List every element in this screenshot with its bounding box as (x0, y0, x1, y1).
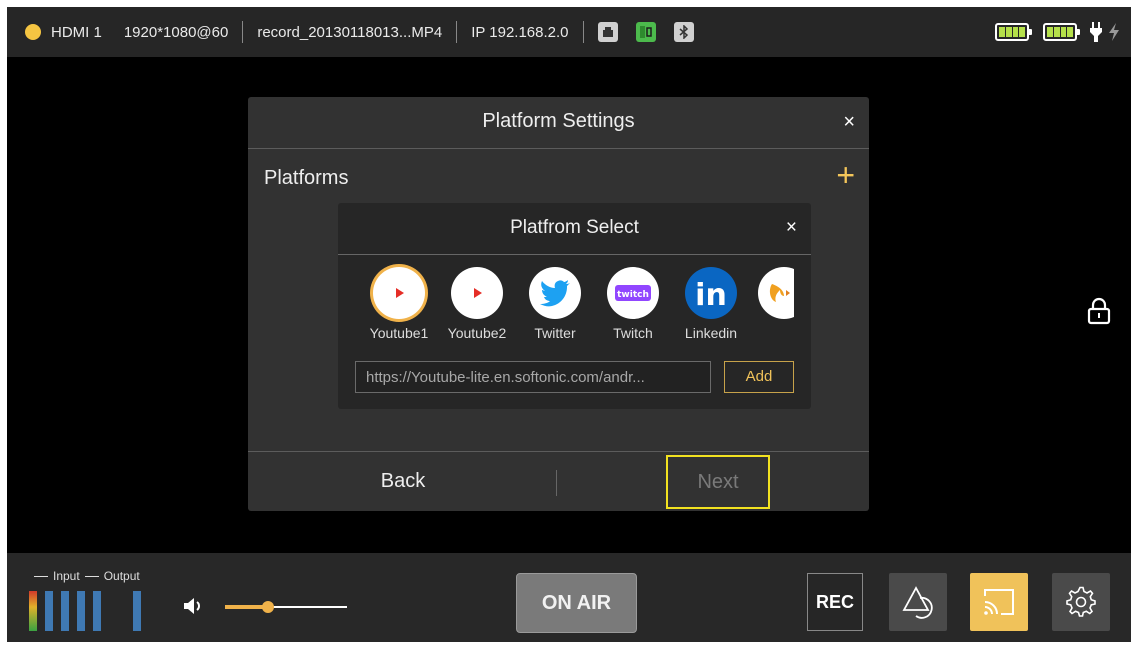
on-air-button[interactable]: ON AIR (516, 573, 637, 633)
youtube-icon (451, 267, 503, 319)
volume-thumb[interactable] (261, 601, 274, 613)
input-meter (93, 591, 101, 631)
gear-icon (1066, 586, 1096, 617)
status-bar: HDMI 1 1920*1080@60 record_20130118013..… (7, 7, 1131, 57)
platform-twitter[interactable]: Twitter (527, 267, 583, 341)
close-icon[interactable]: × (843, 111, 855, 134)
svg-text:in: in (695, 278, 727, 308)
platform-twitch[interactable]: twitch Twitch (605, 267, 661, 341)
add-platform-button[interactable]: + (836, 159, 855, 191)
settings-button[interactable] (1052, 573, 1110, 631)
record-filename: record_20130118013...MP4 (257, 23, 443, 41)
platform-linkedin[interactable]: in Linkedin (683, 267, 739, 341)
signal-status-icon (25, 24, 41, 40)
ethernet-icon (597, 22, 618, 42)
cast-button[interactable] (970, 573, 1028, 631)
back-button[interactable]: Back (248, 452, 558, 512)
output-label: Output (103, 569, 140, 583)
platform-select-dialog: Platfrom Select × Youtube1 Youtube2 Twit… (338, 203, 811, 409)
platform-label: Linkedin (684, 325, 738, 341)
volume-slider[interactable] (225, 601, 347, 613)
platform-label: Youtube1 (369, 325, 429, 341)
platform-label: Twitch (613, 325, 653, 341)
rec-button[interactable]: REC (807, 573, 863, 631)
more-platforms-icon (758, 267, 794, 319)
battery-icon (1043, 23, 1080, 41)
divider (456, 21, 458, 43)
bluetooth-icon (673, 22, 694, 42)
add-button[interactable]: Add (724, 361, 794, 393)
youtube-icon (373, 267, 425, 319)
platform-label: Twitter (534, 325, 576, 341)
platforms-label: Platforms (264, 167, 349, 189)
shapes-button[interactable] (889, 573, 947, 631)
output-meter (133, 591, 141, 631)
ip-address: IP 192.168.2.0 (471, 23, 569, 41)
sd-card-icon (635, 22, 656, 42)
divider (242, 21, 244, 43)
device-screen: HDMI 1 1920*1080@60 record_20130118013..… (7, 7, 1131, 642)
input-meter (77, 591, 85, 631)
platform-youtube2[interactable]: Youtube2 (447, 267, 507, 341)
input-meter (29, 591, 37, 631)
shapes-icon (902, 586, 933, 619)
twitch-icon: twitch (607, 267, 659, 319)
twitter-icon (529, 267, 581, 319)
charging-icon (1109, 23, 1119, 41)
platform-label: Youtube2 (447, 325, 507, 341)
platform-list: Youtube1 Youtube2 Twitter twitch Twitch (369, 267, 739, 341)
input-source: HDMI 1 (51, 23, 102, 41)
bottom-toolbar: Input Output ON AIR REC (7, 553, 1131, 642)
resolution-text: 1920*1080@60 (123, 23, 229, 41)
dialog-title: Platform Settings (248, 97, 869, 149)
dialog-title: Platfrom Select (338, 203, 811, 255)
lock-icon[interactable] (1085, 297, 1113, 325)
audio-meters (29, 591, 149, 631)
input-label: Input (53, 569, 80, 583)
next-button[interactable]: Next (666, 455, 770, 509)
svg-text:twitch: twitch (617, 290, 649, 300)
divider (556, 470, 557, 496)
stream-url-input[interactable] (355, 361, 711, 393)
platform-youtube1[interactable]: Youtube1 (369, 267, 429, 341)
power-plug-icon (1090, 22, 1102, 42)
dialog-footer: Back Next (248, 451, 869, 511)
divider (582, 21, 584, 43)
input-meter (45, 591, 53, 631)
cast-icon (984, 589, 1014, 615)
speaker-icon[interactable] (183, 596, 205, 616)
close-icon[interactable]: × (786, 217, 797, 239)
io-legend: Input Output (29, 569, 140, 583)
platform-partial-item[interactable] (758, 267, 794, 319)
linkedin-icon: in (685, 267, 737, 319)
battery-icon (995, 23, 1032, 41)
input-meter (61, 591, 69, 631)
